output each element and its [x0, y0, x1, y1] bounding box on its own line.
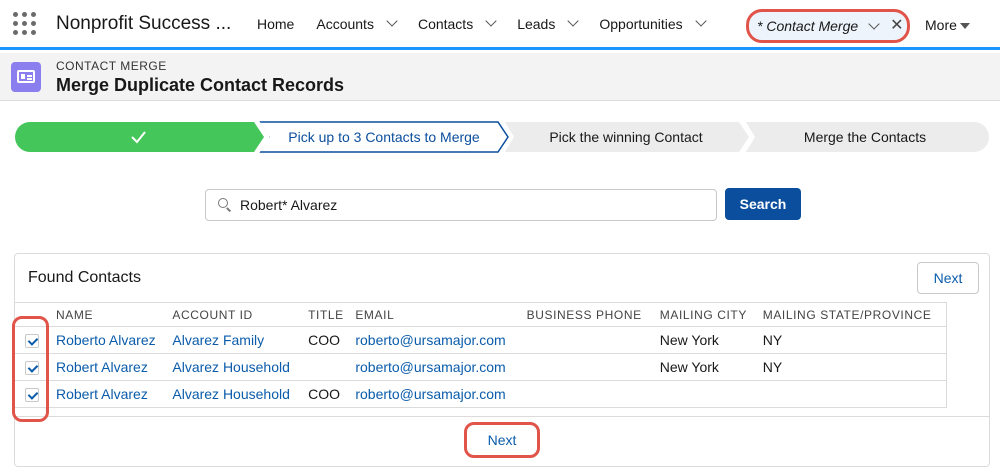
merge-path: Pick up to 3 Contacts to Merge Pick the … — [14, 121, 990, 153]
title-cell: COO — [300, 380, 348, 408]
state-cell — [754, 380, 947, 408]
nav-tab-contact-merge[interactable]: * Contact Merge ✕ — [746, 9, 910, 43]
close-icon[interactable]: ✕ — [890, 18, 903, 34]
email-link[interactable]: roberto@ursamajor.com — [347, 380, 519, 408]
state-cell: NY — [754, 353, 947, 381]
chevron-down-icon[interactable] — [386, 15, 398, 27]
email-link[interactable]: roberto@ursamajor.com — [347, 353, 519, 381]
more-menu[interactable]: More — [925, 17, 970, 33]
checkbox-highlight — [12, 316, 49, 422]
chevron-down-icon[interactable] — [485, 15, 497, 27]
chevron-down-icon[interactable] — [567, 15, 580, 27]
contact-name-link[interactable]: Roberto Alvarez — [48, 326, 165, 354]
path-step-pick-winner[interactable]: Pick the winning Contact — [513, 129, 739, 145]
page-title: Merge Duplicate Contact Records — [56, 75, 345, 95]
next-button-top[interactable]: Next — [917, 262, 979, 294]
search-icon — [218, 198, 232, 212]
page-header: CONTACT MERGE Merge Duplicate Contact Re… — [0, 53, 1000, 101]
column-header[interactable]: BUSINESS PHONE — [518, 302, 652, 327]
search-input[interactable] — [240, 197, 710, 213]
column-header[interactable]: MAILING CITY — [651, 302, 755, 327]
table-row: Robert Alvarez Alvarez Household COO rob… — [15, 380, 947, 408]
nav-tab-label: * Contact Merge — [757, 18, 859, 34]
title-cell: COO — [300, 326, 348, 354]
search-field[interactable] — [205, 189, 717, 221]
contact-card-icon — [11, 62, 41, 92]
path-step-current[interactable]: Pick up to 3 Contacts to Merge — [269, 129, 499, 145]
nav-item-home[interactable]: Home — [246, 0, 305, 47]
nav-item-label: Contacts — [417, 15, 474, 32]
phone-cell — [518, 326, 652, 354]
contact-name-link[interactable]: Robert Alvarez — [48, 380, 165, 408]
column-header[interactable]: NAME — [48, 302, 165, 327]
nav-item-accounts[interactable]: Accounts — [305, 0, 407, 47]
more-label: More — [925, 17, 957, 33]
column-header[interactable]: TITLE — [300, 302, 348, 327]
table-header-row: NAME ACCOUNT ID TITLE EMAIL BUSINESS PHO… — [15, 302, 947, 327]
title-cell — [300, 353, 348, 381]
state-cell: NY — [754, 326, 947, 354]
email-link[interactable]: roberto@ursamajor.com — [347, 326, 519, 354]
table-row: Robert Alvarez Alvarez Household roberto… — [15, 353, 947, 381]
column-header[interactable]: MAILING STATE/PROVINCE — [754, 302, 947, 327]
account-link[interactable]: Alvarez Family — [164, 326, 301, 354]
app-launcher-icon[interactable] — [12, 12, 36, 36]
nav-item-contacts[interactable]: Contacts — [407, 0, 506, 47]
city-cell — [651, 380, 755, 408]
city-cell: New York — [651, 353, 755, 381]
card-title: Found Contacts — [28, 269, 141, 286]
contacts-table: NAME ACCOUNT ID TITLE EMAIL BUSINESS PHO… — [15, 302, 947, 408]
caret-down-icon — [959, 23, 970, 30]
column-header[interactable]: ACCOUNT ID — [164, 302, 301, 327]
page-kicker: CONTACT MERGE — [56, 59, 167, 73]
table-row: Roberto Alvarez Alvarez Family COO rober… — [15, 326, 947, 354]
app-name: Nonprofit Success ... — [56, 12, 232, 34]
city-cell: New York — [651, 326, 755, 354]
phone-cell — [518, 380, 652, 408]
path-step-complete-shape — [15, 122, 264, 152]
nav-item-opportunities[interactable]: Opportunities — [588, 0, 715, 47]
contact-name-link[interactable]: Robert Alvarez — [48, 353, 165, 381]
chevron-down-icon[interactable] — [694, 15, 707, 27]
search-button[interactable]: Search — [725, 188, 801, 220]
path-step-merge[interactable]: Merge the Contacts — [754, 129, 976, 145]
chevron-down-icon[interactable] — [868, 17, 880, 30]
account-link[interactable]: Alvarez Household — [164, 380, 301, 408]
account-link[interactable]: Alvarez Household — [164, 353, 301, 381]
next-button-bottom[interactable]: Next — [464, 422, 540, 458]
nav-item-label: Opportunities — [599, 15, 683, 32]
column-header[interactable]: EMAIL — [347, 302, 519, 327]
card-footer — [15, 416, 989, 417]
nav-item-leads[interactable]: Leads — [506, 0, 588, 47]
nav-item-label: Leads — [517, 15, 556, 32]
nav-item-label: Accounts — [316, 15, 374, 32]
nav-item-label: Home — [257, 15, 295, 32]
phone-cell — [518, 353, 652, 381]
